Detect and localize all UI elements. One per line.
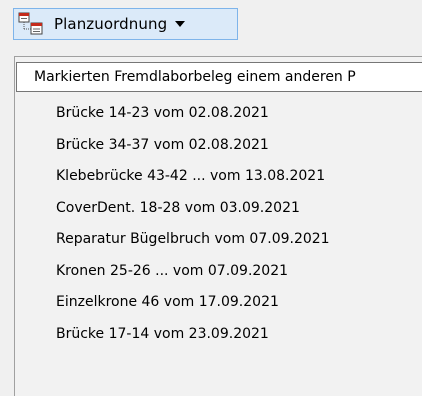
menu-item-list: Brücke 14-23 vom 02.08.2021 Brücke 34-37… — [0, 98, 422, 350]
planzuordnung-button[interactable]: Planzuordnung — [13, 8, 238, 40]
menu-header-item[interactable]: Markierten Fremdlaborbeleg einem anderen… — [16, 62, 422, 92]
menu-item[interactable]: Brücke 34-37 vom 02.08.2021 — [0, 130, 422, 162]
menu-item[interactable]: Einzelkrone 46 vom 17.09.2021 — [0, 287, 422, 319]
menu-item[interactable]: Kronen 25-26 ... vom 07.09.2021 — [0, 256, 422, 288]
planzuordnung-label: Planzuordnung — [54, 15, 168, 33]
chevron-down-icon — [175, 21, 186, 27]
menu-item[interactable]: Brücke 14-23 vom 02.08.2021 — [0, 98, 422, 130]
menu-item[interactable]: CoverDent. 18-28 vom 03.09.2021 — [0, 193, 422, 225]
toolbar: Planzuordnung — [0, 0, 422, 46]
menu-item[interactable]: Klebebrücke 43-42 ... vom 13.08.2021 — [0, 161, 422, 193]
document-assignment-icon — [18, 12, 44, 36]
menu-item[interactable]: Reparatur Bügelbruch vom 07.09.2021 — [0, 224, 422, 256]
menu-item[interactable]: Brücke 17-14 vom 23.09.2021 — [0, 319, 422, 351]
